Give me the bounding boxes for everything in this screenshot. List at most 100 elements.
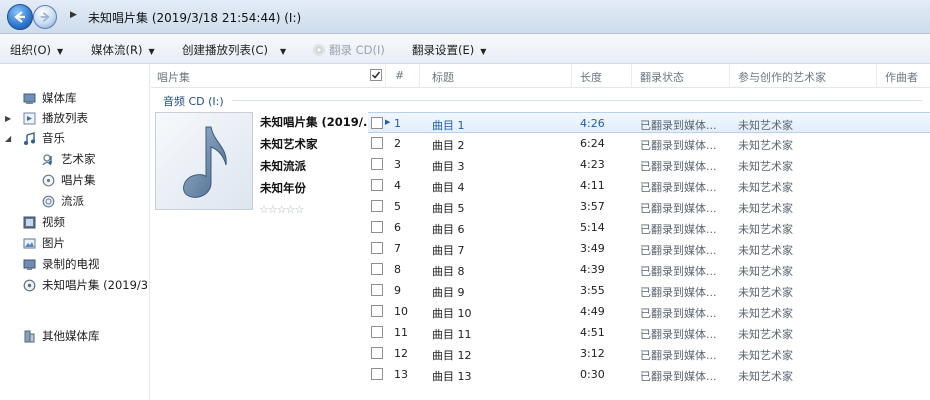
track-checkbox[interactable] — [371, 347, 383, 359]
track-row[interactable]: 12 曲目 12 3:12 已翻录到媒体... 未知艺术家 — [368, 343, 930, 364]
forward-button[interactable] — [33, 5, 57, 29]
track-row[interactable]: 8 曲目 8 4:39 已翻录到媒体... 未知艺术家 — [368, 259, 930, 280]
track-rip-status: 已翻录到媒体... — [640, 286, 717, 299]
column-separator[interactable] — [571, 64, 572, 88]
track-row[interactable]: 9 曲目 9 3:55 已翻录到媒体... 未知艺术家 — [368, 280, 930, 301]
nav-item-recorded-tv[interactable]: 录制的电视 — [23, 255, 100, 273]
chevron-down-icon: ▼ — [57, 47, 64, 56]
track-row[interactable]: 13 曲目 13 0:30 已翻录到媒体... 未知艺术家 — [368, 364, 930, 385]
track-title[interactable]: 曲目 8 — [432, 263, 465, 279]
track-row[interactable]: 5 曲目 5 3:57 已翻录到媒体... 未知艺术家 — [368, 196, 930, 217]
album-artist[interactable]: 未知艺术家 — [260, 136, 318, 152]
nav-item-label: 流派 — [61, 194, 84, 208]
column-number[interactable]: # — [395, 69, 404, 82]
nav-item-artist[interactable]: 艺术家 — [42, 150, 96, 168]
nav-item-playlists[interactable]: ▶ 播放列表 — [5, 109, 88, 127]
album-name[interactable]: 未知唱片集 (2019/... — [260, 114, 376, 130]
nav-item-library[interactable]: 媒体库 — [23, 89, 77, 107]
track-length: 4:51 — [580, 326, 605, 339]
breadcrumb-chevron-icon[interactable]: ▶ — [70, 10, 77, 20]
nav-item-pictures[interactable]: 图片 — [23, 234, 65, 252]
breadcrumb[interactable]: 未知唱片集 (2019/3/18 21:54:44) (I:) — [88, 9, 301, 26]
track-artist: 未知艺术家 — [738, 328, 793, 341]
track-artist: 未知艺术家 — [738, 160, 793, 173]
group-header[interactable]: 音频 CD (I:) — [163, 93, 224, 109]
nav-item-music[interactable]: ◢ 音乐 — [5, 129, 65, 147]
track-number: 3 — [394, 158, 401, 171]
column-separator[interactable] — [876, 64, 877, 88]
select-all-checkbox[interactable] — [370, 69, 382, 81]
track-row[interactable]: 4 曲目 4 4:11 已翻录到媒体... 未知艺术家 — [368, 175, 930, 196]
track-artist: 未知艺术家 — [738, 202, 793, 215]
organize-menu[interactable]: 组织(O) ▼ — [10, 42, 63, 58]
stream-label: 媒体流(R) — [91, 43, 143, 57]
track-title[interactable]: 曲目 2 — [432, 137, 465, 153]
track-checkbox[interactable] — [371, 368, 383, 380]
collapse-arrow-icon[interactable]: ◢ — [5, 134, 11, 143]
track-row[interactable]: 6 曲目 6 5:14 已翻录到媒体... 未知艺术家 — [368, 217, 930, 238]
toolbar: 组织(O) ▼ 媒体流(R) ▼ 创建播放列表(C) ▼ 翻录 CD(I) 翻录设置(… — [0, 34, 930, 64]
track-checkbox[interactable] — [371, 117, 383, 129]
album-year[interactable]: 未知年份 — [260, 180, 306, 196]
column-separator[interactable] — [385, 64, 386, 88]
artist-icon — [42, 153, 55, 166]
create-playlist-button[interactable]: 创建播放列表(C) ▼ — [182, 42, 286, 58]
album-art[interactable] — [155, 112, 253, 210]
track-row[interactable]: 2 曲目 2 6:24 已翻录到媒体... 未知艺术家 — [368, 133, 930, 154]
track-title[interactable]: 曲目 9 — [432, 284, 465, 300]
track-checkbox[interactable] — [371, 200, 383, 212]
track-checkbox[interactable] — [371, 305, 383, 317]
track-title[interactable]: 曲目 13 — [432, 368, 472, 384]
track-checkbox[interactable] — [371, 179, 383, 191]
track-title[interactable]: 曲目 3 — [432, 158, 465, 174]
track-checkbox[interactable] — [371, 242, 383, 254]
track-title[interactable]: 曲目 1 — [432, 117, 465, 133]
column-rip-status[interactable]: 翻录状态 — [640, 69, 684, 85]
track-checkbox[interactable] — [371, 158, 383, 170]
track-row[interactable]: 7 曲目 7 3:49 已翻录到媒体... 未知艺术家 — [368, 238, 930, 259]
nav-item-genre[interactable]: 流派 — [42, 192, 84, 210]
track-length: 3:49 — [580, 242, 605, 255]
track-checkbox[interactable] — [371, 137, 383, 149]
track-title[interactable]: 曲目 10 — [432, 305, 472, 321]
column-length[interactable]: 长度 — [580, 69, 602, 85]
track-row[interactable]: 10 曲目 10 4:49 已翻录到媒体... 未知艺术家 — [368, 301, 930, 322]
rip-settings-label: 翻录设置(E) — [412, 43, 475, 57]
track-row[interactable]: 11 曲目 11 4:51 已翻录到媒体... 未知艺术家 — [368, 322, 930, 343]
column-contributing-artist[interactable]: 参与创作的艺术家 — [738, 69, 826, 85]
music-note-icon — [23, 131, 36, 145]
column-title[interactable]: 标题 — [432, 69, 454, 85]
column-separator[interactable] — [419, 64, 420, 88]
expand-arrow-icon[interactable]: ▶ — [5, 114, 11, 123]
back-arrow-icon — [14, 11, 25, 23]
track-checkbox[interactable] — [371, 284, 383, 296]
track-length: 4:23 — [580, 158, 605, 171]
track-row[interactable]: 3 曲目 3 4:23 已翻录到媒体... 未知艺术家 — [368, 154, 930, 175]
nav-item-video[interactable]: 视频 — [23, 213, 65, 231]
album-genre[interactable]: 未知流派 — [260, 158, 306, 174]
track-rip-status: 已翻录到媒体... — [640, 265, 717, 278]
back-button[interactable] — [7, 4, 33, 30]
rip-cd-button[interactable]: 翻录 CD(I) — [313, 42, 385, 58]
column-separator[interactable] — [729, 64, 730, 88]
track-number: 13 — [394, 368, 408, 381]
track-title[interactable]: 曲目 4 — [432, 179, 465, 195]
track-checkbox[interactable] — [371, 221, 383, 233]
nav-item-cd-drive[interactable]: 未知唱片集 (2019/3 — [23, 276, 149, 294]
track-checkbox[interactable] — [371, 263, 383, 275]
track-title[interactable]: 曲目 6 — [432, 221, 465, 237]
column-composer[interactable]: 作曲者 — [885, 69, 918, 85]
track-title[interactable]: 曲目 12 — [432, 347, 472, 363]
track-title[interactable]: 曲目 7 — [432, 242, 465, 258]
nav-item-album[interactable]: 唱片集 — [42, 171, 96, 189]
column-separator[interactable] — [631, 64, 632, 88]
rip-settings-menu[interactable]: 翻录设置(E) ▼ — [412, 42, 486, 58]
track-row[interactable]: ▶ 1 曲目 1 4:26 已翻录到媒体... 未知艺术家 — [368, 112, 930, 133]
nav-item-other-libraries[interactable]: 其他媒体库 — [23, 327, 100, 345]
track-title[interactable]: 曲目 5 — [432, 200, 465, 216]
stream-menu[interactable]: 媒体流(R) ▼ — [91, 42, 155, 58]
rating-stars[interactable]: ☆☆☆☆☆ — [259, 203, 304, 216]
track-checkbox[interactable] — [371, 326, 383, 338]
column-album[interactable]: 唱片集 — [157, 69, 190, 85]
track-title[interactable]: 曲目 11 — [432, 326, 472, 342]
